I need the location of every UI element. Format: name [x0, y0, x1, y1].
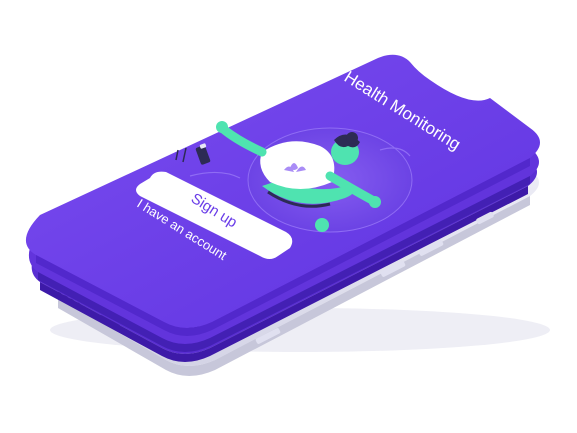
phone-scene: Health Monitoring Sign up I have an acco…	[25, 54, 550, 376]
ball-icon	[315, 218, 329, 232]
phone-mockup: Health Monitoring Sign up I have an acco…	[0, 0, 577, 433]
